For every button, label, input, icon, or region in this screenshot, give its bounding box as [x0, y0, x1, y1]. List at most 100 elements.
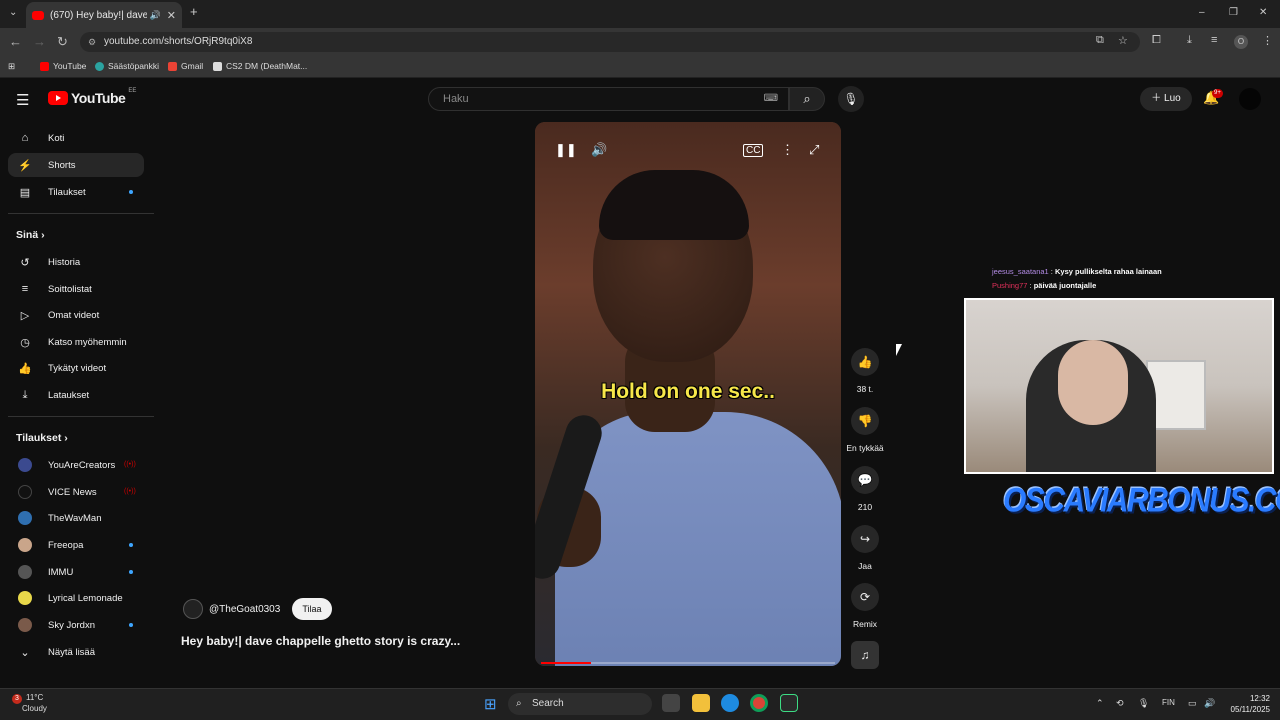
- bookmark-youtube[interactable]: YouTube: [40, 61, 86, 71]
- weather-widget[interactable]: 3 11°C Cloudy: [12, 693, 47, 714]
- forward-icon[interactable]: →: [33, 34, 46, 49]
- channel-avatar: [18, 591, 32, 605]
- search-button[interactable]: ⌕: [789, 87, 825, 111]
- share-button[interactable]: ↪ Jaa: [845, 525, 885, 571]
- sidebar-channel[interactable]: Sky Jordxn: [8, 613, 144, 637]
- comment-icon: 💬: [851, 466, 879, 494]
- create-button[interactable]: ＋ Luo: [1140, 87, 1192, 111]
- comments-button[interactable]: 💬 210: [845, 466, 885, 512]
- sidebar-show-more[interactable]: ⌄ Näytä lisää: [8, 640, 144, 664]
- sound-button[interactable]: ♫: [845, 641, 885, 669]
- sidebar-channel[interactable]: VICE News ((•)): [8, 480, 144, 504]
- apps-grid-icon[interactable]: ⊞: [8, 61, 15, 72]
- sidebar-section-you[interactable]: Sinä ›: [16, 229, 45, 241]
- video-title[interactable]: Hey baby!| dave chappelle ghetto story i…: [181, 634, 460, 648]
- address-bar[interactable]: ⚙ youtube.com/shorts/ORjR9tq0iX8: [80, 32, 1140, 52]
- tray-mic-icon[interactable]: 🎙: [1138, 698, 1149, 709]
- restore-icon[interactable]: ❐: [1229, 7, 1238, 18]
- captions-icon[interactable]: CC: [743, 144, 764, 157]
- live-icon: ((•)): [124, 461, 136, 468]
- app-icon[interactable]: [780, 694, 798, 712]
- sidebar-channel[interactable]: YouAreCreators ((•)): [8, 453, 144, 477]
- playlists-icon: ≡: [21, 283, 29, 295]
- reload-icon[interactable]: ↻: [57, 34, 68, 50]
- video-progress-bar[interactable]: [541, 662, 835, 664]
- subscribe-button[interactable]: Tilaa: [292, 598, 332, 620]
- channel-info: @TheGoat0303 Tilaa: [183, 598, 332, 620]
- input-language[interactable]: FIN: [1162, 698, 1175, 707]
- sidebar-item-tilaukset[interactable]: ▤ Tilaukset: [8, 180, 144, 204]
- hamburger-menu-icon[interactable]: ☰: [16, 91, 29, 109]
- search-input[interactable]: Haku ⌨: [428, 87, 789, 111]
- taskbar-search[interactable]: ⌕ Search: [508, 693, 652, 715]
- back-icon[interactable]: ←: [9, 34, 22, 49]
- install-app-icon[interactable]: ⧉: [1096, 34, 1104, 47]
- sidebar-item-soittolistat[interactable]: ≡ Soittolistat: [8, 277, 144, 301]
- youtube-logo[interactable]: YouTube EE: [48, 88, 136, 106]
- bookmark-star-icon[interactable]: ☆: [1118, 34, 1128, 47]
- video-frame: [599, 170, 749, 240]
- stream-chat-overlay: jeesus_saatana1 : Kysy pullikselta rahaa…: [992, 265, 1162, 293]
- sidebar-section-subscriptions[interactable]: Tilaukset ›: [16, 432, 68, 444]
- browser-tab[interactable]: (670) Hey baby!| dave chappelle ghetto s…: [26, 2, 182, 28]
- sidebar-channel[interactable]: TheWavMan: [8, 506, 144, 530]
- bookmark-cs2dm[interactable]: CS2 DM (DeathMat...: [213, 61, 307, 71]
- speaker-icon[interactable]: 🔊: [1204, 698, 1215, 709]
- youtube-icon: [40, 61, 49, 71]
- menu-dots-icon[interactable]: ⋮: [1262, 34, 1273, 47]
- sidebar-item-shorts[interactable]: ⚡ Shorts: [8, 153, 144, 177]
- tab-audio-icon[interactable]: 🔊: [150, 10, 161, 21]
- task-view-icon[interactable]: [662, 694, 680, 712]
- bookmark-saastopankki[interactable]: Säästöpankki: [95, 61, 159, 71]
- sidebar-item-lataukset[interactable]: ⤓ Lataukset: [8, 383, 144, 407]
- home-icon: ⌂: [21, 132, 29, 144]
- site-info-icon[interactable]: ⚙: [88, 32, 96, 52]
- window-close-icon[interactable]: ✕: [1259, 7, 1267, 18]
- channel-name[interactable]: @TheGoat0303: [209, 604, 280, 615]
- tray-chevron-icon[interactable]: ⌃: [1096, 698, 1104, 709]
- sidebar-channel[interactable]: IMMU: [8, 560, 144, 584]
- sidebar-item-omat-videot[interactable]: ▷ Omat videot: [8, 303, 144, 327]
- system-clock[interactable]: 12:32 05/11/2025: [1222, 693, 1270, 715]
- sidebar-item-tykatyt-videot[interactable]: 👍 Tykätyt videot: [8, 356, 144, 380]
- tab-close-icon[interactable]: ✕: [167, 9, 176, 22]
- volume-icon[interactable]: 🔊: [591, 142, 607, 158]
- bookmark-gmail[interactable]: Gmail: [168, 61, 203, 71]
- channel-avatar: [18, 538, 32, 552]
- windows-start-icon[interactable]: ⊞: [484, 695, 497, 713]
- notification-count-badge: 9+: [1212, 89, 1223, 98]
- new-tab-button[interactable]: +: [190, 4, 198, 19]
- profile-avatar[interactable]: O: [1234, 35, 1248, 49]
- tray-app-icon[interactable]: ⟲: [1116, 698, 1124, 709]
- pause-icon[interactable]: ❚❚: [555, 142, 577, 158]
- channel-avatar: [18, 618, 32, 632]
- minimize-icon[interactable]: –: [1199, 7, 1205, 18]
- url-text: youtube.com/shorts/ORjR9tq0iX8: [104, 36, 253, 47]
- keyboard-icon[interactable]: ⌨: [764, 88, 778, 110]
- remix-button[interactable]: ⟳ Remix: [845, 583, 885, 629]
- sidebar-channel[interactable]: Lyrical Lemonade: [8, 586, 144, 610]
- mouse-cursor: [896, 344, 902, 356]
- like-button[interactable]: 👍 38 t.: [845, 348, 885, 394]
- search-icon: ⌕: [516, 698, 522, 709]
- channel-avatar[interactable]: [183, 599, 203, 619]
- sidebar-item-historia[interactable]: ↺ Historia: [8, 250, 144, 274]
- voice-search-button[interactable]: 🎙: [838, 86, 864, 112]
- edge-icon[interactable]: [721, 694, 739, 712]
- microphone-icon: 🎙: [843, 92, 859, 106]
- shorts-video-player[interactable]: Hold on one sec.. ❚❚ 🔊 CC ⋮ ⤢: [535, 122, 841, 666]
- tab-search-icon[interactable]: ⌄: [9, 7, 17, 18]
- extensions-icon[interactable]: ⧠: [1152, 34, 1161, 47]
- dislike-button[interactable]: 👎 En tykkää: [845, 407, 885, 453]
- more-options-icon[interactable]: ⋮: [781, 142, 794, 158]
- media-control-icon[interactable]: ≡: [1211, 34, 1217, 46]
- downloads-icon[interactable]: ⤓: [1187, 34, 1192, 47]
- sidebar-item-katso-myohemmin[interactable]: ◷ Katso myöhemmin: [8, 330, 144, 354]
- fullscreen-icon[interactable]: ⤢: [809, 142, 819, 158]
- account-avatar[interactable]: [1239, 88, 1261, 110]
- chrome-icon[interactable]: [750, 694, 768, 712]
- sidebar-item-koti[interactable]: ⌂ Koti: [8, 126, 144, 150]
- network-icon[interactable]: ▭: [1188, 698, 1197, 709]
- sidebar-channel[interactable]: Freeopa: [8, 533, 144, 557]
- file-explorer-icon[interactable]: [692, 694, 710, 712]
